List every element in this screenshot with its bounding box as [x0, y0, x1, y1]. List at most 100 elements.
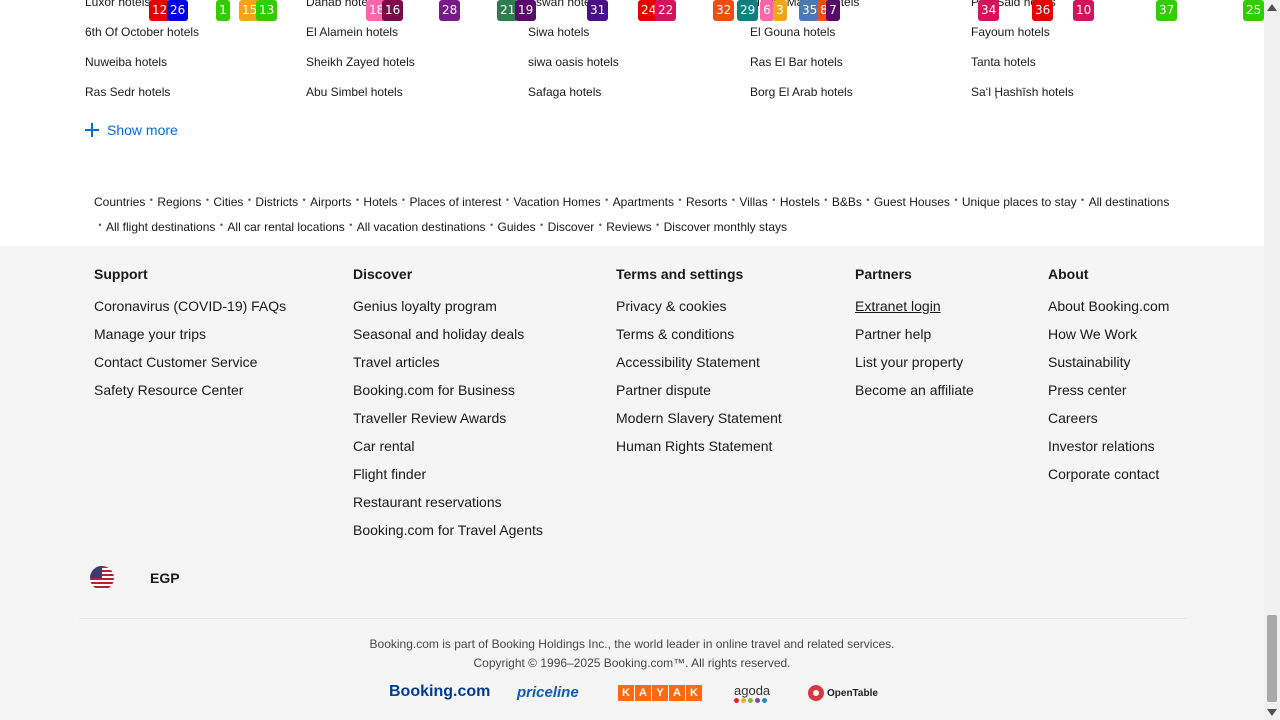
opentable-logo[interactable]: OpenTable: [808, 685, 878, 701]
city-link[interactable]: Borg El Arab hotels: [750, 77, 965, 107]
footer-link[interactable]: Flight finder: [353, 460, 543, 488]
us-flag-icon[interactable]: [90, 566, 114, 590]
footer-link[interactable]: Modern Slavery Statement: [616, 404, 782, 432]
footer-link[interactable]: Genius loyalty program: [353, 292, 543, 320]
city-link[interactable]: El Gouna hotels: [750, 17, 965, 47]
destination-link[interactable]: Villas: [739, 195, 767, 209]
destination-link[interactable]: Unique places to stay: [962, 195, 1077, 209]
destination-link[interactable]: All vacation destinations: [357, 220, 486, 234]
destination-link[interactable]: Hotels: [363, 195, 397, 209]
footer-link[interactable]: Privacy & cookies: [616, 292, 782, 320]
footer-link[interactable]: Human Rights Statement: [616, 432, 782, 460]
destination-link[interactable]: Countries: [94, 195, 145, 209]
scroll-up-arrow-icon[interactable]: [1267, 4, 1277, 11]
destination-link[interactable]: Discover monthly stays: [664, 220, 787, 234]
destination-link[interactable]: Discover: [548, 220, 595, 234]
priceline-logo[interactable]: priceline: [517, 684, 579, 701]
footer-link[interactable]: Partner dispute: [616, 376, 782, 404]
currency-button[interactable]: EGP: [150, 570, 180, 586]
footer-link[interactable]: Seasonal and holiday deals: [353, 320, 543, 348]
opentable-wordmark: OpenTable: [827, 687, 878, 699]
link-separator: •: [219, 220, 223, 230]
destination-link[interactable]: Districts: [255, 195, 298, 209]
divider: [79, 618, 1187, 619]
city-link[interactable]: Sa‘l Ḩashīsh hotels: [971, 77, 1186, 107]
footer-link[interactable]: Coronavirus (COVID-19) FAQs: [94, 292, 286, 320]
footer-link[interactable]: Sustainability: [1048, 348, 1169, 376]
destination-link[interactable]: Vacation Homes: [513, 195, 600, 209]
destination-link[interactable]: Guest Houses: [874, 195, 950, 209]
footer-link[interactable]: Become an affiliate: [855, 376, 974, 404]
destination-link[interactable]: Cities: [213, 195, 243, 209]
destination-link[interactable]: Regions: [157, 195, 201, 209]
city-link[interactable]: Ras Sedr hotels: [85, 77, 300, 107]
city-link[interactable]: siwa oasis hotels: [528, 47, 743, 77]
agoda-logo[interactable]: agoda: [734, 683, 770, 703]
vertical-scrollbar[interactable]: [1264, 0, 1280, 720]
copyright-line: Copyright © 1996–2025 Booking.com™. All …: [473, 656, 791, 670]
footer-link[interactable]: Press center: [1048, 376, 1169, 404]
scroll-down-arrow-icon[interactable]: [1267, 709, 1277, 716]
link-separator: •: [302, 195, 306, 205]
kayak-logo[interactable]: K A Y A K: [618, 685, 702, 701]
footer-column-about: About About Booking.com How We Work Sust…: [1048, 264, 1169, 488]
booking-logo[interactable]: Booking.com: [389, 683, 490, 701]
opentable-dot-icon: [808, 685, 824, 701]
footer-link[interactable]: Traveller Review Awards: [353, 404, 543, 432]
city-link[interactable]: Sheikh Zayed hotels: [306, 47, 521, 77]
city-link[interactable]: Abu Simbel hotels: [306, 77, 521, 107]
footer-heading: Discover: [353, 266, 413, 282]
footer-link[interactable]: Accessibility Statement: [616, 348, 782, 376]
footer-link[interactable]: Careers: [1048, 404, 1169, 432]
destination-link[interactable]: All car rental locations: [227, 220, 344, 234]
city-link[interactable]: Siwa hotels: [528, 17, 743, 47]
destination-link[interactable]: Resorts: [686, 195, 727, 209]
footer-link-extranet-login[interactable]: Extranet login: [855, 292, 974, 320]
link-separator: •: [731, 195, 735, 205]
destination-link[interactable]: All flight destinations: [106, 220, 215, 234]
footer-link[interactable]: Partner help: [855, 320, 974, 348]
destination-link[interactable]: Airports: [310, 195, 351, 209]
footer-link[interactable]: Terms & conditions: [616, 320, 782, 348]
footer-link[interactable]: Corporate contact: [1048, 460, 1169, 488]
scrollbar-thumb[interactable]: [1267, 615, 1277, 702]
city-link[interactable]: Ras El Bar hotels: [750, 47, 965, 77]
destination-link[interactable]: B&Bs: [832, 195, 862, 209]
site-footer: Support Coronavirus (COVID-19) FAQs Mana…: [0, 246, 1264, 720]
city-link[interactable]: Safaga hotels: [528, 77, 743, 107]
footer-link[interactable]: About Booking.com: [1048, 292, 1169, 320]
kayak-letter: K: [618, 685, 634, 701]
footer-link[interactable]: Booking.com for Business: [353, 376, 543, 404]
destination-link[interactable]: Places of interest: [409, 195, 501, 209]
city-link[interactable]: Dahab hotels: [306, 0, 521, 17]
footer-link[interactable]: How We Work: [1048, 320, 1169, 348]
city-link[interactable]: Aswan hotels: [528, 0, 743, 17]
city-link[interactable]: Tanta hotels: [971, 47, 1186, 77]
destination-link[interactable]: Guides: [498, 220, 536, 234]
overlay-badge: 10: [1073, 0, 1095, 21]
city-link[interactable]: Nuweiba hotels: [85, 47, 300, 77]
destination-link[interactable]: All destinations: [1089, 195, 1170, 209]
destination-link[interactable]: Reviews: [606, 220, 651, 234]
destination-link[interactable]: Hostels: [780, 195, 820, 209]
footer-link[interactable]: Contact Customer Service: [94, 348, 286, 376]
footer-column-support: Support Coronavirus (COVID-19) FAQs Mana…: [94, 264, 286, 404]
kayak-letter: Y: [652, 685, 668, 701]
footer-link[interactable]: Investor relations: [1048, 432, 1169, 460]
city-link[interactable]: El Alamein hotels: [306, 17, 521, 47]
destination-link[interactable]: Apartments: [613, 195, 674, 209]
footer-link[interactable]: Booking.com for Travel Agents: [353, 516, 543, 544]
footer-column-discover: Discover Genius loyalty program Seasonal…: [353, 264, 543, 544]
footer-link[interactable]: Car rental: [353, 432, 543, 460]
city-link[interactable]: 6th Of October hotels: [85, 17, 300, 47]
footer-link[interactable]: Safety Resource Center: [94, 376, 286, 404]
footer-link[interactable]: List your property: [855, 348, 974, 376]
link-separator: •: [1081, 195, 1085, 205]
legal-line: Booking.com is part of Booking Holdings …: [369, 637, 895, 651]
city-link[interactable]: Fayoum hotels: [971, 17, 1186, 47]
footer-link[interactable]: Restaurant reservations: [353, 488, 543, 516]
footer-link[interactable]: Travel articles: [353, 348, 543, 376]
footer-link[interactable]: Manage your trips: [94, 320, 286, 348]
overlay-badge: 13: [256, 0, 278, 21]
show-more-button[interactable]: Show more: [85, 122, 178, 138]
